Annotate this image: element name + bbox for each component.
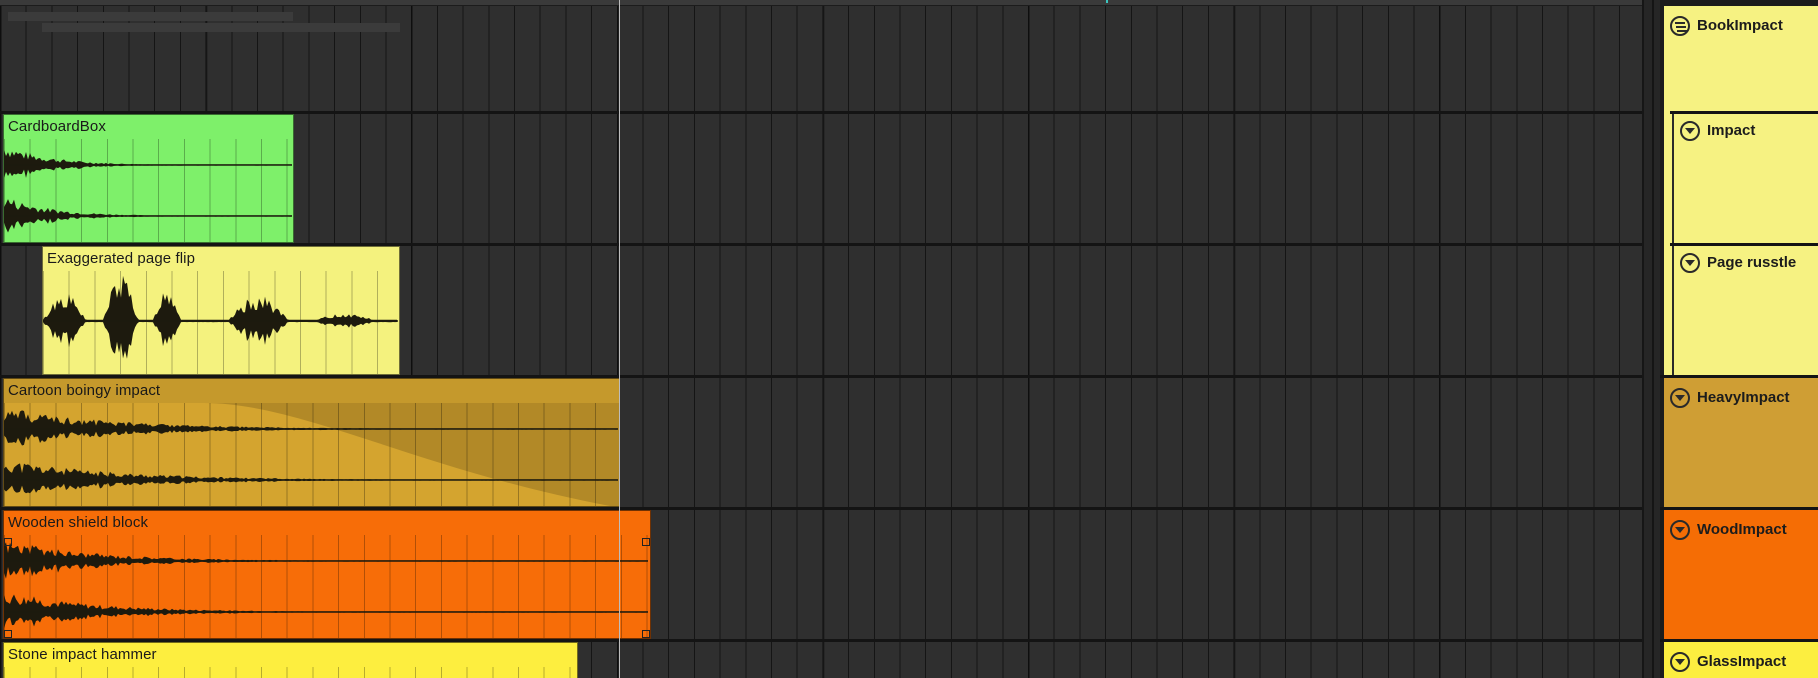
clip-wooden-shield-block[interactable]: Wooden shield block [3, 510, 651, 639]
loop-marker[interactable] [1106, 0, 1108, 3]
clip-waveform-area[interactable] [4, 667, 577, 678]
fold-arrow-icon[interactable] [1670, 520, 1690, 540]
track-headers-panel: BookImpact Impact Page russtle HeavyImpa… [1660, 0, 1818, 678]
clip-exaggerated-page-flip[interactable]: Exaggerated page flip [42, 246, 400, 375]
clip-waveform [4, 150, 292, 233]
clip-waveform [4, 403, 619, 506]
clip-end-handle[interactable] [642, 538, 650, 546]
track-separator [1670, 243, 1818, 246]
track-header-glassimpact[interactable]: GlassImpact [1664, 642, 1818, 678]
track-header-heavyimpact[interactable]: HeavyImpact [1664, 378, 1818, 507]
clip-name: CardboardBox [8, 118, 106, 135]
clip-start-handle[interactable] [4, 538, 12, 546]
arrangement-end-strip [1642, 0, 1660, 678]
group-fold-icon[interactable] [1670, 16, 1690, 36]
clip-name: Cartoon boingy impact [8, 382, 161, 399]
automation-ghost-bar [8, 12, 293, 21]
track-separator [1660, 507, 1818, 510]
track-header-woodimpact[interactable]: WoodImpact [1664, 510, 1818, 639]
clip-waveform [43, 275, 398, 359]
track-name[interactable]: HeavyImpact [1697, 389, 1790, 406]
clip-cartoon-boingy-impact[interactable]: Cartoon boingy impact [3, 378, 620, 507]
clip-name: Exaggerated page flip [47, 250, 196, 267]
track-separator [1660, 639, 1818, 642]
clip-stone-impact-hammer[interactable]: Stone impact hammer [3, 642, 578, 678]
playhead[interactable] [619, 0, 620, 678]
clip-header[interactable]: Cartoon boingy impact [4, 379, 619, 403]
fade-envelope [204, 403, 619, 506]
track-separator [1670, 111, 1818, 114]
clip-cardboardbox[interactable]: CardboardBox [3, 114, 294, 243]
track-name[interactable]: Page russtle [1707, 254, 1796, 271]
clip-end-handle[interactable] [642, 630, 650, 638]
waveform-shape [43, 275, 397, 359]
clip-name: Stone impact hammer [8, 646, 157, 663]
clip-header[interactable]: Stone impact hammer [4, 643, 577, 667]
track-name[interactable]: GlassImpact [1697, 653, 1786, 670]
arrangement-view[interactable]: CardboardBox Exaggerated page flip Carto… [0, 0, 1660, 678]
fold-arrow-icon[interactable] [1680, 253, 1700, 273]
fold-arrow-icon[interactable] [1680, 121, 1700, 141]
track-header-impact[interactable]: Impact [1672, 111, 1818, 243]
clip-start-handle[interactable] [4, 630, 12, 638]
track-separator [1660, 375, 1818, 378]
waveform-shape [4, 150, 292, 178]
track-header-page-russtle[interactable]: Page russtle [1672, 243, 1818, 375]
clip-waveform [4, 542, 648, 629]
track-name[interactable]: WoodImpact [1697, 521, 1787, 538]
clip-header[interactable]: Exaggerated page flip [43, 247, 399, 271]
fold-arrow-icon[interactable] [1670, 388, 1690, 408]
clip-header[interactable]: Wooden shield block [4, 511, 650, 535]
automation-ghost-bar [42, 23, 400, 32]
clip-name: Wooden shield block [8, 514, 149, 531]
track-name[interactable]: BookImpact [1697, 17, 1783, 34]
clip-header[interactable]: CardboardBox [4, 115, 293, 139]
timeline-ruler[interactable] [0, 0, 1660, 6]
fold-arrow-icon[interactable] [1670, 652, 1690, 672]
track-name[interactable]: Impact [1707, 122, 1755, 139]
